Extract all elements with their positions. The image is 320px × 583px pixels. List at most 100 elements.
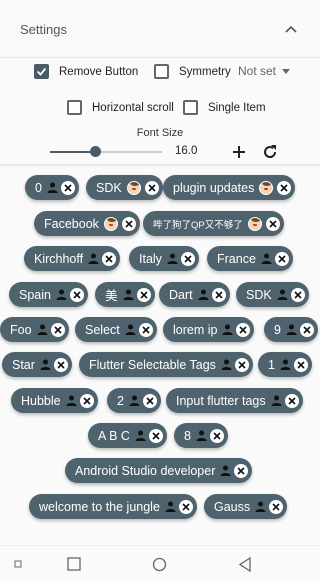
tag-chip[interactable]: 0 xyxy=(25,175,79,200)
tag-chip[interactable]: Flutter Selectable Tags xyxy=(79,352,253,377)
symmetry-label: Symmetry xyxy=(179,65,231,78)
person-icon xyxy=(222,324,233,335)
circle-icon[interactable] xyxy=(152,557,167,572)
remove-tag-button[interactable] xyxy=(209,428,224,443)
symmetry-option[interactable]: Symmetry xyxy=(154,64,231,79)
horizontal-scroll-option[interactable]: Horizontal scroll xyxy=(67,100,174,115)
person-icon xyxy=(47,182,58,193)
person-icon xyxy=(277,289,288,300)
remove-tag-button[interactable] xyxy=(121,216,136,231)
remove-tag-button[interactable] xyxy=(60,180,75,195)
tag-chip[interactable]: 9 xyxy=(264,317,318,342)
settings-panel: Settings Remove Button Symmetry Not set … xyxy=(0,0,320,164)
not-set-value: Not set xyxy=(238,64,277,78)
tags-area: 0 SDK plugin updates Facebook 哔了狗了QP又不够了 Kirc… xyxy=(0,164,320,545)
remove-tag-button[interactable] xyxy=(236,322,251,337)
remove-tag-button[interactable] xyxy=(69,287,84,302)
close-icon xyxy=(213,431,221,440)
tag-chip[interactable]: Input flutter tags xyxy=(166,388,303,413)
refresh-icon[interactable] xyxy=(261,143,279,161)
tag-chip[interactable]: 哔了狗了QP又不够了 xyxy=(143,211,284,236)
remove-tag-button[interactable] xyxy=(284,393,299,408)
close-icon xyxy=(148,183,156,192)
tag-chip[interactable]: Spain xyxy=(9,282,88,307)
plus-icon[interactable] xyxy=(230,143,248,161)
tag-chip[interactable]: Select xyxy=(75,317,157,342)
tag-chip[interactable]: Facebook xyxy=(34,211,140,236)
remove-tag-button[interactable] xyxy=(234,357,249,372)
remove-tag-button[interactable] xyxy=(293,357,308,372)
tag-label: Facebook xyxy=(44,216,99,231)
person-icon xyxy=(135,430,146,441)
single-item-label: Single Item xyxy=(208,101,266,114)
tag-chip[interactable]: France xyxy=(207,246,293,271)
tag-chip[interactable]: 8 xyxy=(174,423,228,448)
back-triangle-icon[interactable] xyxy=(238,557,252,572)
close-icon xyxy=(297,360,305,369)
tag-chip[interactable]: SDK xyxy=(86,175,163,200)
tag-chip[interactable]: plugin updates xyxy=(163,175,296,200)
tag-chip[interactable]: Italy xyxy=(129,246,199,271)
remove-tag-button[interactable] xyxy=(50,322,65,337)
person-icon xyxy=(37,324,48,335)
menu-icon[interactable] xyxy=(14,560,22,568)
tag-chip[interactable]: A B C xyxy=(88,423,167,448)
not-set-dropdown[interactable]: Not set xyxy=(238,64,291,78)
remove-tag-button[interactable] xyxy=(53,357,68,372)
single-item-option[interactable]: Single Item xyxy=(183,100,266,115)
remove-tag-button[interactable] xyxy=(299,322,314,337)
person-icon xyxy=(196,430,207,441)
person-icon xyxy=(220,465,231,476)
tag-chip[interactable]: welcome to the jungle xyxy=(29,494,197,519)
avatar-icon xyxy=(247,216,262,231)
square-icon[interactable] xyxy=(67,557,81,571)
slider-fill xyxy=(50,151,95,153)
remove-tag-button[interactable] xyxy=(274,251,289,266)
close-icon xyxy=(57,360,65,369)
tag-chip[interactable]: Hubble xyxy=(11,388,98,413)
remove-tag-button[interactable] xyxy=(211,287,226,302)
remove-button-checkbox[interactable] xyxy=(34,64,49,79)
remove-tag-button[interactable] xyxy=(142,393,157,408)
slider-thumb[interactable] xyxy=(89,146,101,157)
tag-chip[interactable]: lorem ip xyxy=(163,317,255,342)
close-icon xyxy=(303,325,311,334)
remove-tag-button[interactable] xyxy=(79,393,94,408)
remove-tag-button[interactable] xyxy=(277,180,292,195)
remove-tag-button[interactable] xyxy=(234,463,249,478)
tag-chip[interactable]: 2 xyxy=(107,388,161,413)
remove-tag-button[interactable] xyxy=(148,428,163,443)
remove-tag-button[interactable] xyxy=(269,499,284,514)
tag-label: 美 xyxy=(105,289,118,303)
symmetry-checkbox[interactable] xyxy=(154,64,169,79)
tag-chip[interactable]: Star xyxy=(2,352,72,377)
remove-tag-button[interactable] xyxy=(138,322,153,337)
settings-header[interactable]: Settings xyxy=(0,0,320,58)
tag-label: Foo xyxy=(10,322,32,337)
horizontal-scroll-checkbox[interactable] xyxy=(67,100,82,115)
tag-chip[interactable]: Android Studio developer xyxy=(65,458,253,483)
remove-tag-button[interactable] xyxy=(136,287,151,302)
remove-tag-button[interactable] xyxy=(178,499,193,514)
tag-label: Kirchhoff xyxy=(34,251,84,266)
tag-chip[interactable]: SDK xyxy=(236,282,309,307)
tag-chip[interactable]: 美 xyxy=(95,282,155,307)
tag-chip[interactable]: Dart xyxy=(159,282,230,307)
tag-label: 0 xyxy=(35,180,42,195)
remove-tag-button[interactable] xyxy=(102,251,117,266)
remove-tag-button[interactable] xyxy=(180,251,195,266)
remove-tag-button[interactable] xyxy=(265,216,280,231)
chevron-up-icon[interactable] xyxy=(284,22,298,36)
tag-chip[interactable]: Kirchhoff xyxy=(24,246,121,271)
tag-chip[interactable]: 1 xyxy=(258,352,312,377)
single-item-checkbox[interactable] xyxy=(183,100,198,115)
close-icon xyxy=(280,183,288,192)
remove-tag-button[interactable] xyxy=(290,287,305,302)
font-size-slider[interactable] xyxy=(50,151,162,153)
tag-chip[interactable]: Foo xyxy=(0,317,69,342)
tag-label: Italy xyxy=(139,251,162,266)
tag-label: Flutter Selectable Tags xyxy=(89,357,216,372)
tag-chip[interactable]: Gauss xyxy=(204,494,288,519)
remove-button-option[interactable]: Remove Button xyxy=(34,64,138,79)
remove-tag-button[interactable] xyxy=(144,180,159,195)
